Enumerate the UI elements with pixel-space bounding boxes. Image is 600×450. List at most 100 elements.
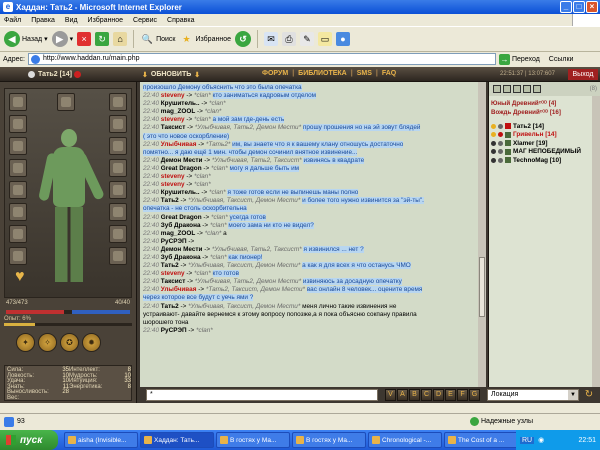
nav-sms[interactable]: SMS	[357, 70, 372, 77]
ring2-slot[interactable]	[109, 181, 127, 199]
message-author[interactable]: Таксист	[161, 124, 186, 131]
legs-slot[interactable]	[109, 203, 127, 221]
chat-action-button[interactable]: C	[421, 389, 432, 401]
chat-action-button[interactable]: B	[409, 389, 420, 401]
bracer-slot[interactable]	[109, 137, 127, 155]
close-button[interactable]: ×	[586, 1, 598, 13]
menu-favorites[interactable]: Избранное	[88, 17, 123, 24]
edit-icon[interactable]: ✎	[299, 32, 314, 46]
message-author[interactable]: Great Dragon	[161, 214, 202, 221]
chat-input[interactable]: *	[146, 389, 378, 401]
player-row[interactable]: Тать2 [14]	[491, 122, 544, 130]
message-author[interactable]: steveny	[161, 270, 185, 277]
skill-button[interactable]: ✹	[82, 333, 101, 352]
minimize-button[interactable]: _	[560, 1, 572, 13]
search-button[interactable]: 🔍 Поиск	[140, 28, 175, 50]
mail-icon[interactable]: ✉	[263, 32, 278, 46]
favorites-button[interactable]: ★ Избранное	[180, 28, 231, 50]
nav-forum[interactable]: ФОРУМ	[262, 70, 288, 77]
menu-help[interactable]: Справка	[167, 17, 194, 24]
menu-tools[interactable]: Сервис	[133, 17, 157, 24]
refresh-button[interactable]: ⬇ ОБНОВИТЬ ⬇	[142, 69, 212, 80]
player-row[interactable]: Xlamer [19]	[491, 139, 547, 147]
message-author[interactable]: steveny	[161, 173, 185, 180]
armor-slot[interactable]	[9, 137, 27, 155]
message-author[interactable]: steveny	[161, 116, 185, 123]
taskbar-task[interactable]: В гостях у Ма...	[216, 432, 290, 448]
misc-slot[interactable]	[109, 225, 127, 243]
message-author[interactable]: Демон Мести	[161, 157, 203, 164]
taskbar-task[interactable]: Хаддан: Тать...	[140, 432, 214, 448]
message-author[interactable]: Тать2	[161, 262, 179, 269]
gloves-slot[interactable]	[9, 203, 27, 221]
message-author[interactable]: Зуб Дракона	[161, 222, 201, 229]
scroll-thumb[interactable]	[479, 257, 485, 317]
message-author[interactable]: Great Dragon	[161, 165, 202, 172]
message-author[interactable]: PyCPЭП	[161, 327, 187, 334]
head-slot[interactable]	[57, 93, 75, 111]
message-author[interactable]: mag_ZOOL	[161, 108, 195, 115]
message-author[interactable]: steveny	[161, 92, 185, 99]
belt-slot[interactable]	[9, 181, 27, 199]
cloak-slot[interactable]	[109, 115, 127, 133]
taskbar-task[interactable]: Chronological -...	[368, 432, 442, 448]
message-author[interactable]: Крушитель..	[161, 189, 200, 196]
chat-action-button[interactable]: E	[445, 389, 456, 401]
message-author[interactable]: Тать2	[161, 303, 179, 310]
shoulder-slot[interactable]	[109, 93, 127, 111]
filter-icon[interactable]	[513, 85, 521, 93]
message-author[interactable]: PyCPЭП	[161, 238, 187, 245]
player-row[interactable]: Гривельн [14]	[491, 131, 557, 139]
menu-file[interactable]: Файл	[4, 17, 21, 24]
chat-action-button[interactable]: F	[457, 389, 468, 401]
messenger-icon[interactable]: ●	[335, 32, 350, 46]
nav-faq[interactable]: FAQ	[382, 70, 396, 77]
taskbar-task[interactable]: The Cost of a ...	[444, 432, 518, 448]
skill-button[interactable]: ✦	[16, 333, 35, 352]
online-scrollbar[interactable]	[592, 96, 600, 387]
language-indicator[interactable]: RU	[520, 436, 535, 444]
exit-button[interactable]: Выход	[568, 69, 598, 80]
back-button[interactable]: ◀ Назад ▾	[4, 28, 48, 50]
menu-view[interactable]: Вид	[65, 17, 78, 24]
info-icon[interactable]	[28, 71, 35, 78]
go-button[interactable]: → Переход	[498, 53, 540, 65]
chat-action-button[interactable]: G	[469, 389, 480, 401]
message-author[interactable]: Таксист	[161, 278, 186, 285]
player-row[interactable]: МАГ НЕПОБЕДИМЫЙ	[491, 148, 581, 156]
message-author[interactable]: Улыбчивая	[161, 141, 197, 148]
message-author[interactable]: Крушитель..	[161, 100, 200, 107]
start-button[interactable]: пуск	[0, 430, 58, 450]
filter-icon[interactable]	[503, 85, 511, 93]
taskbar-task[interactable]: В гостях у Ма...	[292, 432, 366, 448]
message-author[interactable]: Тать2	[161, 197, 179, 204]
chat-action-button[interactable]: D	[433, 389, 444, 401]
menu-edit[interactable]: Правка	[31, 17, 55, 24]
maximize-button[interactable]: □	[573, 1, 585, 13]
refresh-icon[interactable]: ↻	[95, 32, 110, 46]
taskbar-task[interactable]: aisha (Invisible...	[64, 432, 138, 448]
tray-icon[interactable]: ◉	[538, 436, 544, 444]
ring-slot[interactable]	[9, 225, 27, 243]
stop-icon[interactable]: ×	[77, 32, 92, 46]
skill-button[interactable]: ✪	[60, 333, 79, 352]
chat-refresh-icon[interactable]: ↻	[582, 389, 596, 401]
misc2-slot[interactable]	[109, 247, 127, 265]
print-icon[interactable]: ⎙	[281, 32, 296, 46]
message-author[interactable]: mag_ZOOL	[161, 230, 195, 237]
location-select[interactable]: Локация ▼	[487, 389, 579, 401]
message-author[interactable]: steveny	[161, 181, 185, 188]
filter-icon[interactable]	[533, 85, 541, 93]
chat-action-button[interactable]: V	[385, 389, 396, 401]
player-row[interactable]: TechnoMag [10]	[491, 156, 561, 164]
weapon-slot[interactable]	[9, 159, 27, 177]
address-input[interactable]: http://www.haddan.ru/main.php	[27, 53, 496, 65]
message-author[interactable]: Улыбчивая	[161, 286, 197, 293]
chat-action-button[interactable]: A	[397, 389, 408, 401]
chat-scrollbar[interactable]	[478, 82, 486, 387]
skill-button[interactable]: ✧	[38, 333, 57, 352]
helmet-slot[interactable]	[9, 93, 27, 111]
boots-slot[interactable]	[9, 247, 27, 265]
shield-slot[interactable]	[109, 159, 127, 177]
forward-button[interactable]: ▶ ▾	[51, 28, 73, 50]
